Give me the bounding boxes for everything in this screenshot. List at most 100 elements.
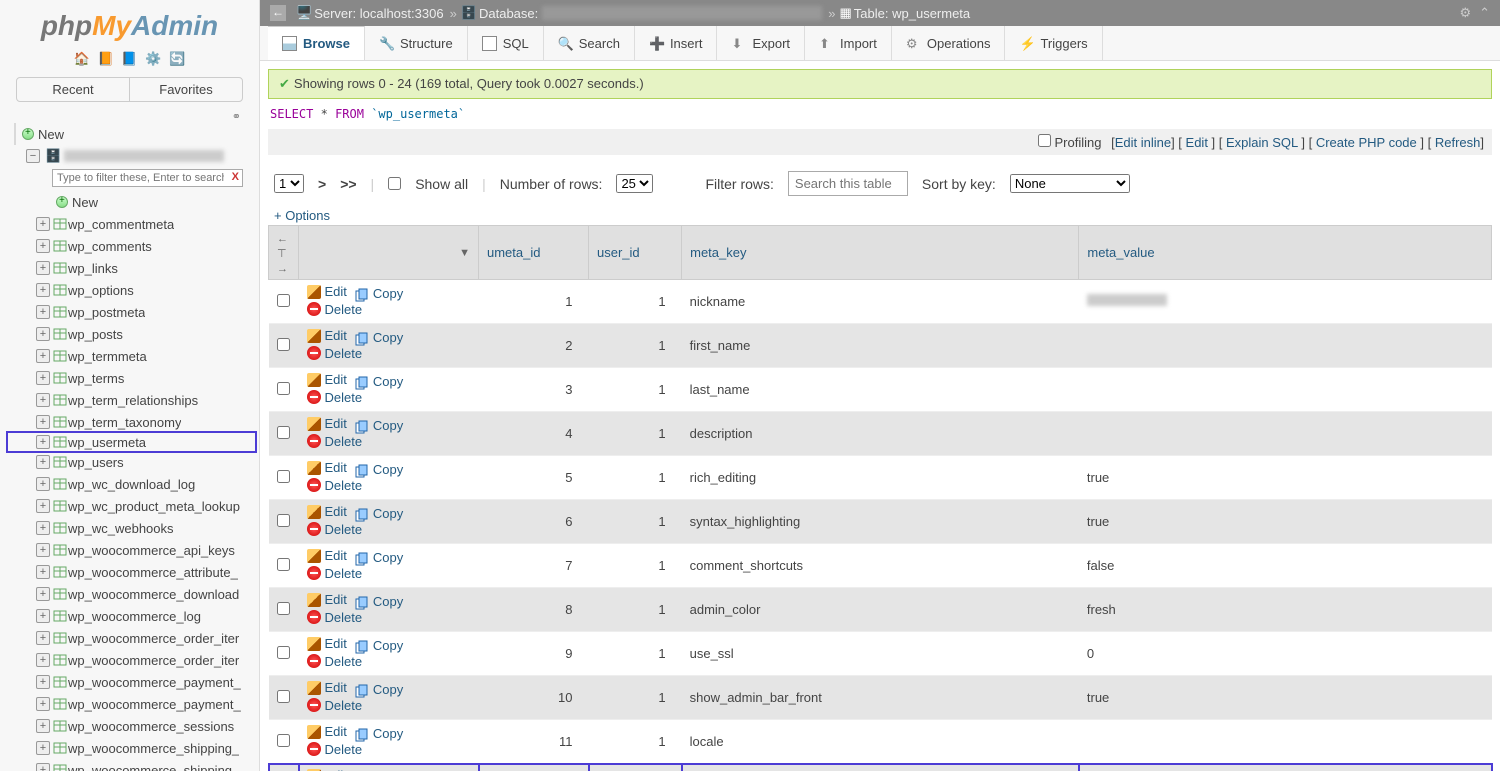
table-browse-icon[interactable]	[52, 520, 68, 536]
table-browse-icon[interactable]	[52, 260, 68, 276]
table-browse-icon[interactable]	[52, 476, 68, 492]
expand-icon[interactable]: +	[36, 435, 50, 449]
expand-icon[interactable]: +	[36, 565, 50, 579]
delete-row[interactable]: Delete	[307, 610, 363, 625]
table-browse-icon[interactable]	[52, 740, 68, 756]
copy-row[interactable]: Copy	[355, 286, 403, 301]
copy-row[interactable]: Copy	[355, 682, 403, 697]
nrows-select[interactable]: 25	[616, 174, 653, 193]
table-browse-icon[interactable]	[52, 370, 68, 386]
delete-row[interactable]: Delete	[307, 390, 363, 405]
tree-table-wp_users[interactable]: +wp_users	[8, 451, 259, 473]
options-toggle[interactable]: + Options	[274, 208, 1486, 223]
docs-icon[interactable]: 📘	[121, 51, 137, 67]
tree-table-wp_commentmeta[interactable]: +wp_commentmeta	[8, 213, 259, 235]
table-browse-icon[interactable]	[52, 304, 68, 320]
edit-row[interactable]: Edit	[307, 636, 347, 651]
table-browse-icon[interactable]	[52, 696, 68, 712]
explain-sql-link[interactable]: Explain SQL	[1226, 135, 1298, 150]
tree-table-wp_postmeta[interactable]: +wp_postmeta	[8, 301, 259, 323]
copy-row[interactable]: Copy	[355, 462, 403, 477]
edit-row[interactable]: Edit	[307, 372, 347, 387]
tab-triggers[interactable]: ⚡Triggers	[1005, 26, 1102, 60]
tree-filter-input[interactable]	[52, 169, 243, 187]
tree-table-wp_terms[interactable]: +wp_terms	[8, 367, 259, 389]
tree-table-wp_woocommerce_attribute_[interactable]: +wp_woocommerce_attribute_	[8, 561, 259, 583]
edit-row[interactable]: Edit	[307, 416, 347, 431]
row-checkbox[interactable]	[277, 734, 290, 747]
tab-browse[interactable]: Browse	[268, 26, 365, 60]
next-page[interactable]: >	[318, 176, 326, 192]
expand-icon[interactable]: +	[36, 675, 50, 689]
expand-icon[interactable]: +	[36, 697, 50, 711]
edit-link[interactable]: Edit	[1186, 135, 1208, 150]
copy-row[interactable]: Copy	[355, 506, 403, 521]
tree-table-wp_term_taxonomy[interactable]: +wp_term_taxonomy	[8, 411, 259, 433]
edit-row[interactable]: Edit	[307, 592, 347, 607]
edit-row[interactable]: Edit	[307, 680, 347, 695]
recent-tab[interactable]: Recent	[17, 78, 130, 101]
crumb-database[interactable]: Database:	[479, 6, 538, 21]
expand-icon[interactable]: +	[36, 261, 50, 275]
table-browse-icon[interactable]	[52, 564, 68, 580]
home-icon[interactable]: 🏠	[74, 51, 90, 67]
row-checkbox[interactable]	[277, 690, 290, 703]
expand-icon[interactable]: +	[36, 741, 50, 755]
row-checkbox[interactable]	[277, 382, 290, 395]
page-up-icon[interactable]: ⌃	[1479, 5, 1490, 21]
collapse-icon[interactable]: −	[26, 149, 40, 163]
expand-icon[interactable]: +	[36, 719, 50, 733]
col-meta-key[interactable]: meta_key	[682, 226, 1079, 280]
refresh-link[interactable]: Refresh	[1435, 135, 1481, 150]
tree-table-wp_posts[interactable]: +wp_posts	[8, 323, 259, 345]
tree-table-wp_woocommerce_download[interactable]: +wp_woocommerce_download	[8, 583, 259, 605]
tree-table-wp_woocommerce_order_iter[interactable]: +wp_woocommerce_order_iter	[8, 627, 259, 649]
col-meta-value[interactable]: meta_value	[1079, 226, 1492, 280]
tab-import[interactable]: ⬆Import	[805, 26, 892, 60]
copy-row[interactable]: Copy	[355, 594, 403, 609]
tree-table-wp_woocommerce_log[interactable]: +wp_woocommerce_log	[8, 605, 259, 627]
row-checkbox[interactable]	[277, 646, 290, 659]
table-browse-icon[interactable]	[52, 326, 68, 342]
last-page[interactable]: >>	[340, 176, 356, 192]
copy-row[interactable]: Copy	[355, 374, 403, 389]
table-browse-icon[interactable]	[52, 542, 68, 558]
link-icon[interactable]: ⚭	[232, 111, 241, 123]
edit-row[interactable]: Edit	[307, 328, 347, 343]
row-checkbox[interactable]	[277, 470, 290, 483]
table-browse-icon[interactable]	[52, 282, 68, 298]
expand-icon[interactable]: +	[36, 763, 50, 771]
delete-row[interactable]: Delete	[307, 566, 363, 581]
tree-table-wp_woocommerce_api_keys[interactable]: +wp_woocommerce_api_keys	[8, 539, 259, 561]
delete-row[interactable]: Delete	[307, 522, 363, 537]
table-browse-icon[interactable]	[52, 630, 68, 646]
tree-table-wp_usermeta[interactable]: +wp_usermeta	[6, 431, 257, 453]
expand-icon[interactable]: +	[36, 587, 50, 601]
tree-table-wp_wc_product_meta_lookup[interactable]: +wp_wc_product_meta_lookup	[8, 495, 259, 517]
crumb-table[interactable]: Table: wp_usermeta	[854, 6, 970, 21]
edit-row[interactable]: Edit	[307, 548, 347, 563]
expand-icon[interactable]: +	[36, 283, 50, 297]
table-browse-icon[interactable]	[52, 652, 68, 668]
delete-row[interactable]: Delete	[307, 302, 363, 317]
delete-row[interactable]: Delete	[307, 478, 363, 493]
table-browse-icon[interactable]	[52, 762, 68, 771]
table-browse-icon[interactable]	[52, 608, 68, 624]
tree-table-wp_comments[interactable]: +wp_comments	[8, 235, 259, 257]
profiling-checkbox[interactable]	[1038, 134, 1051, 147]
tree-table-wp_woocommerce_shipping_[interactable]: +wp_woocommerce_shipping_	[8, 759, 259, 771]
expand-icon[interactable]: +	[36, 393, 50, 407]
copy-row[interactable]: Copy	[355, 638, 403, 653]
copy-row[interactable]: Copy	[355, 418, 403, 433]
page-settings-icon[interactable]: ⚙	[1459, 5, 1471, 21]
table-browse-icon[interactable]	[52, 586, 68, 602]
row-checkbox[interactable]	[277, 602, 290, 615]
delete-row[interactable]: Delete	[307, 434, 363, 449]
logout-icon[interactable]: 📙	[98, 51, 114, 67]
edit-row[interactable]: Edit	[307, 504, 347, 519]
filter-rows-input[interactable]	[788, 171, 908, 196]
tab-sql[interactable]: SQL	[468, 26, 544, 60]
table-browse-icon[interactable]	[52, 454, 68, 470]
expand-icon[interactable]: +	[36, 327, 50, 341]
row-checkbox[interactable]	[277, 294, 290, 307]
